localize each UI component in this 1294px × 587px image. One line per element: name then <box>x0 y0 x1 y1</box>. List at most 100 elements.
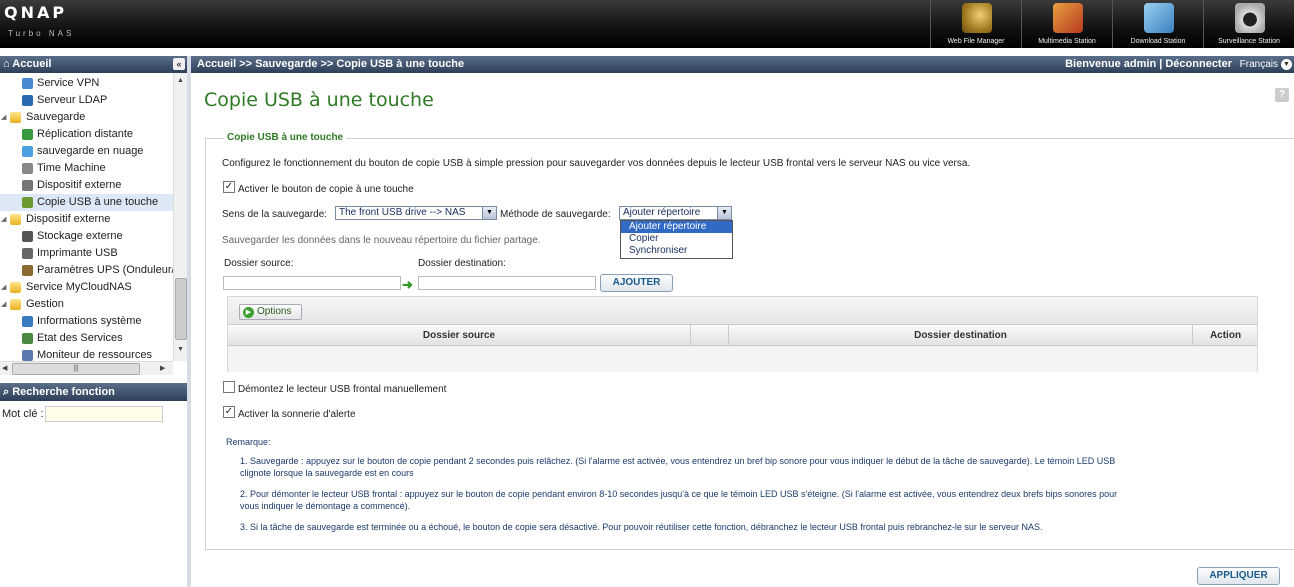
sidebar-item[interactable]: Etat des Services <box>0 330 173 347</box>
remark-3: 3. Si la tâche de sauvegarde est terminé… <box>240 522 1043 532</box>
sidebar-item-label: Time Machine <box>37 162 106 174</box>
expand-toggle-icon[interactable]: ◢ <box>1 109 9 126</box>
method-option[interactable]: Ajouter répertoire <box>621 221 732 233</box>
sidebar-item-label: Stockage externe <box>37 230 123 242</box>
enable-copy-checkbox[interactable]: ✓ <box>223 181 235 193</box>
sidebar-item-label: Imprimante USB <box>37 247 118 259</box>
sidebar-item[interactable]: sauvegarde en nuage <box>0 143 173 160</box>
method-value: Ajouter répertoire <box>623 207 701 218</box>
remark-1-cont: clignote lorsque la sauvegarde est en co… <box>240 468 414 478</box>
method-option[interactable]: Copier <box>621 233 732 245</box>
app-web-file-manager[interactable]: Web File Manager <box>930 0 1021 48</box>
column-header-spacer <box>691 325 729 346</box>
unmount-checkbox[interactable] <box>223 381 235 393</box>
sidebar-item[interactable]: Serveur LDAP <box>0 92 173 109</box>
direction-select[interactable]: The front USB drive --> NAS ▼ <box>335 206 497 220</box>
sidebar-item-label: Serveur LDAP <box>37 94 108 106</box>
item-icon <box>22 350 33 361</box>
sidebar-item[interactable]: Informations système <box>0 313 173 330</box>
direction-label: Sens de la sauvegarde: <box>222 209 328 220</box>
description-text: Configurez le fonctionnement du bouton d… <box>222 158 971 169</box>
sidebar-item[interactable]: Dispositif externe <box>0 177 173 194</box>
sidebar-item[interactable]: ◢ Sauvegarde <box>0 109 173 126</box>
app-launcher: Web File Manager Multimedia Station Down… <box>930 0 1294 48</box>
sidebar-item[interactable]: Paramètres UPS (Onduleur/A <box>0 262 173 279</box>
keyword-search-input[interactable] <box>45 406 163 422</box>
app-download-station[interactable]: Download Station <box>1112 0 1203 48</box>
sidebar-item[interactable]: Stockage externe <box>0 228 173 245</box>
method-option[interactable]: Synchroniser <box>621 245 732 257</box>
sidebar-vertical-scrollbar[interactable]: ▲ ▼ <box>173 73 187 361</box>
column-header-source[interactable]: Dossier source <box>228 325 691 346</box>
item-icon <box>22 180 33 191</box>
apply-button[interactable]: APPLIQUER <box>1197 567 1280 585</box>
remark-2-cont: vous indiquer le démontage a commencé). <box>240 501 411 511</box>
sidebar-divider[interactable] <box>187 56 191 587</box>
unmount-label: Démontez le lecteur USB frontal manuelle… <box>238 384 447 395</box>
search-title: Recherche fonction <box>12 386 115 398</box>
welcome-logout-link[interactable]: Bienvenue admin | Déconnecter <box>1065 58 1232 70</box>
multimedia-station-icon <box>1053 3 1083 33</box>
alarm-label: Activer la sonnerie d'alerte <box>238 409 356 420</box>
sidebar-item[interactable]: Time Machine <box>0 160 173 177</box>
sidebar-item[interactable]: Copie USB à une touche <box>0 194 173 211</box>
scroll-up-icon[interactable]: ▲ <box>177 77 184 84</box>
home-icon: ⌂ <box>3 58 13 70</box>
folder-icon <box>10 282 21 293</box>
chevron-down-icon[interactable]: ▼ <box>717 207 731 219</box>
sidebar-item[interactable]: Imprimante USB <box>0 245 173 262</box>
scrollbar-thumb[interactable]: ||| <box>12 363 140 375</box>
app-multimedia-station[interactable]: Multimedia Station <box>1021 0 1112 48</box>
app-label: Download Station <box>1130 38 1186 45</box>
sidebar-horizontal-scrollbar[interactable]: ◀ ||| ▶ <box>0 361 173 375</box>
enable-copy-label: Activer le bouton de copie à une touche <box>238 184 414 195</box>
scroll-down-icon[interactable]: ▼ <box>177 346 184 353</box>
source-folder-input[interactable] <box>223 276 401 290</box>
add-button[interactable]: AJOUTER <box>600 274 673 292</box>
fieldset-legend: Copie USB à une touche <box>224 132 347 143</box>
expand-toggle-icon[interactable]: ◢ <box>1 211 9 228</box>
app-surveillance-station[interactable]: Surveillance Station <box>1203 0 1294 48</box>
sidebar-item-label: Sauvegarde <box>26 111 86 123</box>
item-icon <box>22 163 33 174</box>
column-header-destination[interactable]: Dossier destination <box>729 325 1193 346</box>
column-header-action: Action <box>1209 330 1242 341</box>
surveillance-station-icon <box>1235 3 1265 33</box>
options-icon: ▶ <box>243 307 254 318</box>
chevron-down-icon[interactable]: ▼ <box>1281 59 1292 70</box>
options-button[interactable]: ▶ Options <box>239 304 302 320</box>
sidebar-item[interactable]: ◢ Dispositif externe <box>0 211 173 228</box>
sidebar-item-label: Gestion <box>26 298 64 310</box>
method-select[interactable]: Ajouter répertoire ▼ <box>619 206 732 220</box>
alarm-checkbox[interactable]: ✓ <box>223 406 235 418</box>
item-icon <box>22 146 33 157</box>
sidebar-item[interactable]: Service VPN <box>0 75 173 92</box>
item-icon <box>22 316 33 327</box>
item-icon <box>22 78 33 89</box>
app-label: Web File Manager <box>947 38 1005 45</box>
sidebar-item-label: sauvegarde en nuage <box>37 145 144 157</box>
folder-icon <box>10 214 21 225</box>
help-icon[interactable]: ? <box>1275 88 1289 102</box>
source-folder-label: Dossier source: <box>224 258 294 269</box>
scroll-right-icon[interactable]: ▶ <box>160 364 165 372</box>
dest-folder-label: Dossier destination: <box>418 258 506 269</box>
scroll-left-icon[interactable]: ◀ <box>2 364 7 372</box>
sidebar-item[interactable]: Moniteur de ressources <box>0 347 173 361</box>
dest-folder-input[interactable] <box>418 276 596 290</box>
expand-toggle-icon[interactable]: ◢ <box>1 279 9 296</box>
logo-subtitle: Turbo NAS <box>8 29 75 38</box>
arrow-right-icon: ➜ <box>402 277 413 292</box>
direction-value: The front USB drive --> NAS <box>339 207 466 218</box>
sidebar-item[interactable]: ◢ Gestion <box>0 296 173 313</box>
breadcrumb: Accueil >> Sauvegarde >> Copie USB à une… <box>197 58 465 70</box>
sidebar-item[interactable]: ◢ Service MyCloudNAS <box>0 279 173 296</box>
chevron-down-icon[interactable]: ▼ <box>482 207 496 219</box>
scrollbar-thumb[interactable] <box>175 278 187 340</box>
sidebar-item-label: Etat des Services <box>37 332 123 344</box>
method-label: Méthode de sauvegarde: <box>500 209 611 220</box>
expand-toggle-icon[interactable]: ◢ <box>1 296 9 313</box>
language-select[interactable]: Français <box>1240 59 1278 70</box>
sidebar-item[interactable]: Réplication distante <box>0 126 173 143</box>
collapse-sidebar-button[interactable]: « <box>173 58 185 70</box>
